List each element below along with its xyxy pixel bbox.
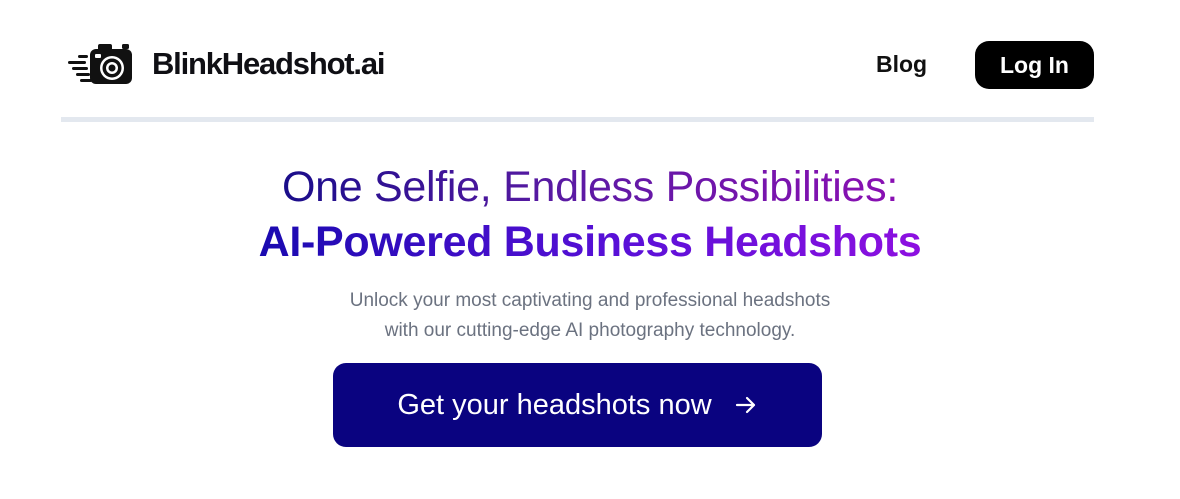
- subtitle-line-1: Unlock your most captivating and profess…: [349, 290, 831, 311]
- brand-logo-link[interactable]: BlinkHeadshot.ai: [68, 41, 385, 87]
- brand-name: BlinkHeadshot.ai: [152, 46, 385, 81]
- headline-line-2: AI-Powered Business Headshots: [259, 214, 922, 270]
- arrow-right-icon: [735, 396, 755, 414]
- hero-subtitle: Unlock your most captivating and profess…: [290, 286, 890, 346]
- subtitle-line-2: with our cutting-edge AI photography tec…: [384, 320, 796, 341]
- hero-section: One Selfie, Endless Possibilities: AI-Po…: [0, 160, 1180, 346]
- login-button[interactable]: Log In: [975, 41, 1094, 89]
- camera-speed-icon: [68, 44, 132, 84]
- nav-blog-link[interactable]: Blog: [876, 51, 927, 78]
- header-divider: [61, 117, 1094, 122]
- headline-line-1: One Selfie, Endless Possibilities:: [282, 160, 898, 214]
- get-headshots-button[interactable]: Get your headshots now: [333, 363, 822, 447]
- landing-page: BlinkHeadshot.ai Blog Log In One Selfie,…: [0, 0, 1180, 499]
- cta-label: Get your headshots now: [397, 388, 712, 421]
- site-header: BlinkHeadshot.ai Blog Log In: [61, 0, 1094, 118]
